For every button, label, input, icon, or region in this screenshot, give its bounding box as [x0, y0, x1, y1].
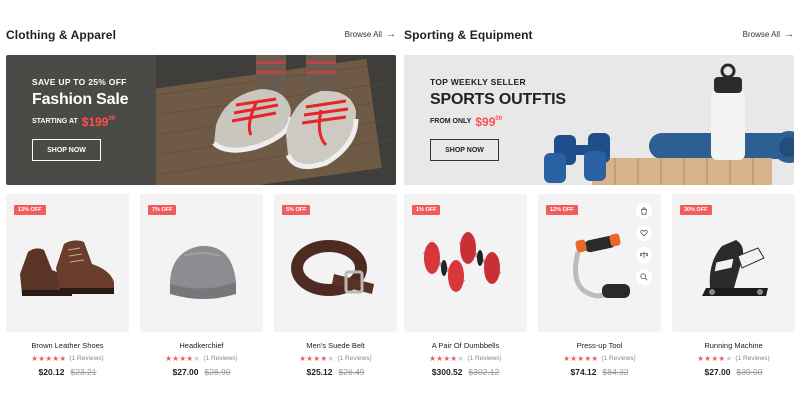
product-rating: ★★★★★ (1 Reviews) — [6, 354, 129, 363]
review-count: (1 Reviews) — [601, 355, 636, 362]
rating-stars: ★★★★★ — [299, 354, 335, 363]
section-header: Sporting & Equipment Browse All → — [404, 28, 794, 46]
old-price: $84.32 — [602, 367, 629, 377]
product-card[interactable]: 1% OFF A Pair Of Dumbbells ★★★★★ (1 Revi… — [404, 194, 527, 394]
old-price: $28.90 — [204, 367, 231, 377]
product-name[interactable]: Press-up Tool — [538, 341, 661, 350]
browse-all-link[interactable]: Browse All → — [344, 28, 396, 40]
banner-price: $9900 — [475, 115, 503, 129]
section-clothing: Clothing & Apparel Browse All → SAVE UP … — [6, 0, 398, 400]
current-price: $20.12 — [38, 367, 65, 377]
product-name[interactable]: Brown Leather Shoes — [6, 341, 129, 350]
product-name[interactable]: A Pair Of Dumbbells — [404, 341, 527, 350]
browse-all-label: Browse All — [344, 30, 382, 39]
product-grid: 1% OFF A Pair Of Dumbbells ★★★★★ (1 Revi… — [404, 194, 796, 394]
banner-price-line: STARTING AT $19999 — [32, 115, 116, 129]
leather-shoes-image — [20, 240, 114, 296]
product-grid: 13% OFF Brown Leather Shoes ★★★★★ (1 Rev… — [6, 194, 398, 394]
product-card[interactable]: 30% OFF Running Machine ★★★★★ (1 Reviews… — [672, 194, 795, 394]
product-price: $27.00 $28.90 — [140, 367, 263, 377]
old-price: $26.49 — [338, 367, 365, 377]
review-count: (1 Reviews) — [467, 355, 502, 362]
banner-price-line: FROM ONLY $9900 — [430, 115, 503, 129]
old-price: $302.12 — [468, 367, 500, 377]
section-sporting: Sporting & Equipment Browse All → TOP WE… — [404, 0, 796, 400]
browse-all-label: Browse All — [742, 30, 780, 39]
current-price: $27.00 — [704, 367, 731, 377]
section-title: Clothing & Apparel — [6, 28, 117, 42]
sports-outfits-banner[interactable]: TOP WEEKLY SELLER SPORTS OUTFTIS FROM ON… — [404, 55, 794, 185]
product-price: $74.12 $84.32 — [538, 367, 661, 377]
product-image-area[interactable]: 12% OFF — [538, 194, 661, 332]
shop-now-button[interactable]: SHOP NOW — [32, 139, 101, 161]
product-price: $25.12 $26.49 — [274, 367, 397, 377]
rating-stars: ★★★★★ — [31, 354, 67, 363]
product-card[interactable]: 7% OFF Headkerchief ★★★★★ (1 Reviews) $2… — [140, 194, 263, 394]
section-title: Sporting & Equipment — [404, 28, 533, 42]
product-image-area[interactable]: 5% OFF — [274, 194, 397, 332]
product-card[interactable]: 12% OFF Press-up Tool ★★★★★ (1 Reviews) … — [538, 194, 661, 394]
banner-title: SPORTS OUTFTIS — [430, 91, 566, 108]
rating-stars: ★★★★★ — [429, 354, 465, 363]
fashion-sale-banner[interactable]: SAVE UP TO 25% OFF Fashion Sale STARTING… — [6, 55, 396, 185]
product-image-area[interactable]: 1% OFF — [404, 194, 527, 332]
banner-price-prefix: FROM ONLY — [430, 118, 472, 125]
product-image-area[interactable]: 13% OFF — [6, 194, 129, 332]
shop-now-button[interactable]: SHOP NOW — [430, 139, 499, 161]
product-name[interactable]: Running Machine — [672, 341, 795, 350]
product-rating: ★★★★★ (1 Reviews) — [274, 354, 397, 363]
current-price: $74.12 — [570, 367, 597, 377]
current-price: $25.12 — [306, 367, 333, 377]
current-price: $27.00 — [172, 367, 199, 377]
product-rating: ★★★★★ (1 Reviews) — [404, 354, 527, 363]
product-rating: ★★★★★ (1 Reviews) — [140, 354, 263, 363]
banner-kicker: TOP WEEKLY SELLER — [430, 77, 526, 87]
belt-image — [291, 240, 374, 296]
old-price: $39.00 — [736, 367, 763, 377]
dumbbells-image — [422, 232, 502, 292]
review-count: (1 Reviews) — [203, 355, 238, 362]
review-count: (1 Reviews) — [69, 355, 104, 362]
product-rating: ★★★★★ (1 Reviews) — [538, 354, 661, 363]
product-price: $27.00 $39.00 — [672, 367, 795, 377]
rating-stars: ★★★★★ — [563, 354, 599, 363]
snowboard-binding-image — [702, 240, 768, 296]
product-name[interactable]: Men's Suede Belt — [274, 341, 397, 350]
rating-stars: ★★★★★ — [697, 354, 733, 363]
beanie-image — [169, 245, 236, 299]
rating-stars: ★★★★★ — [165, 354, 201, 363]
heart-icon[interactable] — [636, 225, 652, 241]
section-header: Clothing & Apparel Browse All → — [6, 28, 396, 46]
banner-kicker: SAVE UP TO 25% OFF — [32, 77, 127, 87]
current-price: $300.52 — [431, 367, 463, 377]
product-price: $300.52 $302.12 — [404, 367, 527, 377]
product-price: $20.12 $23.21 — [6, 367, 129, 377]
review-count: (1 Reviews) — [337, 355, 372, 362]
arrow-right-icon: → — [784, 28, 794, 40]
banner-price: $19999 — [81, 115, 116, 129]
product-card[interactable]: 5% OFF Men's Suede Belt ★★★★★ (1 Reviews… — [274, 194, 397, 394]
review-count: (1 Reviews) — [735, 355, 770, 362]
card-action-icons — [636, 203, 652, 285]
zoom-icon[interactable] — [636, 269, 652, 285]
product-image-area[interactable]: 30% OFF — [672, 194, 795, 332]
fitness-gear-image — [544, 55, 794, 185]
banner-title: Fashion Sale — [32, 91, 129, 108]
bag-icon[interactable] — [636, 203, 652, 219]
compare-icon[interactable] — [636, 247, 652, 263]
arrow-right-icon: → — [386, 28, 396, 40]
banner-price-prefix: STARTING AT — [32, 118, 78, 125]
product-image-area[interactable]: 7% OFF — [140, 194, 263, 332]
browse-all-link[interactable]: Browse All → — [742, 28, 794, 40]
product-card[interactable]: 13% OFF Brown Leather Shoes ★★★★★ (1 Rev… — [6, 194, 129, 394]
product-name[interactable]: Headkerchief — [140, 341, 263, 350]
old-price: $23.21 — [70, 367, 97, 377]
product-rating: ★★★★★ (1 Reviews) — [672, 354, 795, 363]
sneakers-image — [156, 55, 396, 185]
